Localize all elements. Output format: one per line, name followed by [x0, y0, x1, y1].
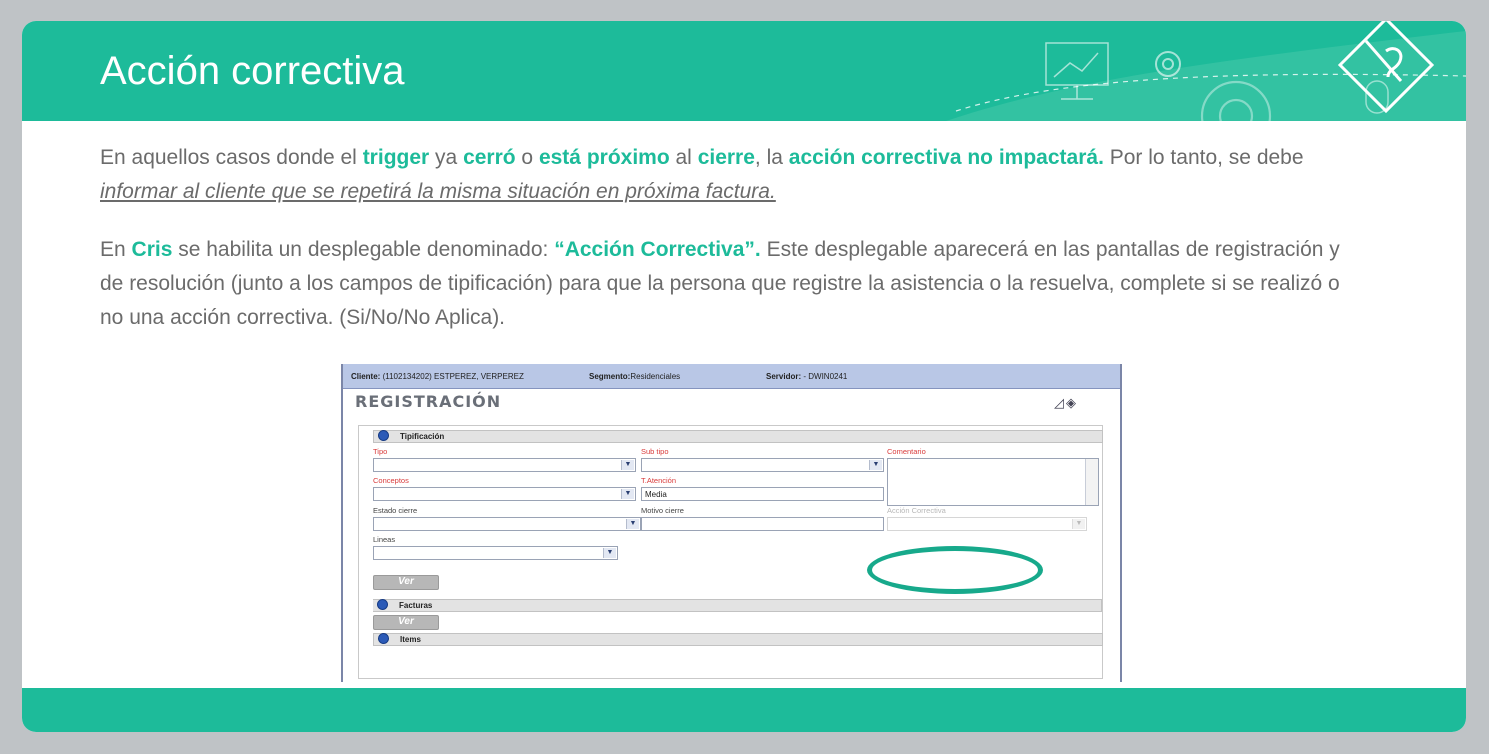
conceptos-label: Conceptos — [373, 476, 409, 485]
tipo-select[interactable]: ▼ — [373, 458, 636, 472]
cliente-value: (1102134202) ESTPEREZ, VERPEREZ — [382, 372, 524, 381]
slide-footer — [22, 688, 1466, 732]
servidor-label: Servidor: — [766, 372, 802, 381]
comentario-label: Comentario — [887, 447, 926, 456]
section-items[interactable]: Items — [373, 633, 1103, 646]
chevron-down-icon[interactable]: ▼ — [621, 489, 634, 499]
highlight-cerro: cerró — [463, 146, 516, 169]
servidor-value: - DWIN0241 — [803, 372, 848, 381]
estado-cierre-label: Estado cierre — [373, 506, 418, 515]
segmento-label: Segmento: — [589, 372, 631, 381]
text-run: al — [669, 146, 698, 169]
underlined-instruction: informar al cliente que se repetirá la m… — [100, 180, 776, 203]
section-facturas[interactable]: Facturas — [373, 599, 1102, 612]
tipo-label: Tipo — [373, 447, 388, 456]
sub-tipo-label: Sub tipo — [641, 447, 669, 456]
text-run: En — [100, 238, 132, 261]
t-atencion-select[interactable]: Media — [641, 487, 884, 501]
chevron-down-icon[interactable]: ▼ — [621, 460, 634, 470]
cliente-label: Cliente: — [351, 372, 381, 381]
highlight-cierre: cierre — [697, 146, 755, 169]
highlight-proximo: está próximo — [538, 146, 670, 169]
text-run: Por lo tanto, se debe — [1103, 146, 1304, 169]
expand-icon[interactable] — [378, 633, 389, 644]
highlight-accion-correctiva: “Acción Correctiva”. — [554, 238, 761, 261]
highlight-cris: Cris — [131, 238, 173, 261]
section-label: Facturas — [399, 601, 433, 610]
accion-correctiva-select[interactable]: ▼ — [887, 517, 1087, 531]
scrollbar[interactable] — [1085, 459, 1098, 505]
client-info-bar: Cliente: (1102134202) ESTPEREZ, VERPEREZ… — [343, 364, 1120, 389]
motivo-cierre-select[interactable] — [641, 517, 884, 531]
section-label: Tipificación — [400, 432, 445, 441]
navigate-icon[interactable]: ◈ — [1066, 395, 1076, 411]
slide-header: Acción correctiva — [22, 21, 1466, 121]
edit-icon[interactable]: ◿ — [1054, 395, 1064, 411]
header-decoration — [946, 21, 1466, 121]
accion-correctiva-label: Acción Correctiva — [887, 506, 946, 515]
lineas-label: Lineas — [373, 535, 396, 544]
slide: Acción correctiva En aquellos casos dond… — [22, 21, 1466, 732]
text-run: ya — [429, 146, 464, 169]
page-title: REGISTRACIÓN — [355, 392, 502, 411]
lineas-select[interactable]: ▼ — [373, 546, 618, 560]
text-run: En aquellos casos donde el — [100, 146, 363, 169]
toolbar-icons: ◿ ◈ — [1052, 395, 1076, 411]
slide-title: Acción correctiva — [100, 49, 405, 93]
text-run: , la — [754, 146, 789, 169]
paragraph-trigger-notice: En aquellos casos donde el trigger ya ce… — [100, 141, 1360, 209]
ver-tipificacion-button[interactable]: Ver — [373, 575, 439, 590]
text-run: se habilita un desplegable denominado: — [172, 238, 555, 261]
ver-facturas-button[interactable]: Ver — [373, 615, 439, 630]
section-tipificacion[interactable]: Tipificación — [373, 430, 1103, 443]
highlight-ellipse — [867, 546, 1043, 594]
sub-tipo-select[interactable]: ▼ — [641, 458, 884, 472]
comentario-textarea[interactable] — [887, 458, 1099, 506]
section-label: Items — [400, 635, 421, 644]
chevron-down-icon[interactable]: ▼ — [869, 460, 882, 470]
registracion-screenshot: Cliente: (1102134202) ESTPEREZ, VERPEREZ… — [341, 364, 1122, 682]
conceptos-select[interactable]: ▼ — [373, 487, 636, 501]
chevron-down-icon[interactable]: ▼ — [603, 548, 616, 558]
chevron-down-icon[interactable]: ▼ — [1072, 519, 1085, 529]
collapse-icon[interactable] — [378, 430, 389, 441]
t-atencion-label: T.Atención — [641, 476, 677, 485]
highlight-no-impactara: acción correctiva no impactará. — [788, 146, 1104, 169]
chevron-down-icon[interactable]: ▼ — [626, 519, 639, 529]
motivo-cierre-label: Motivo cierre — [641, 506, 684, 515]
paragraph-cris-dropdown: En Cris se habilita un desplegable denom… — [100, 233, 1360, 335]
highlight-trigger: trigger — [362, 146, 430, 169]
segmento-value: Residenciales — [630, 372, 681, 381]
estado-cierre-select[interactable]: ▼ — [373, 517, 641, 531]
expand-icon[interactable] — [377, 599, 388, 610]
form-panel: Tipificación Tipo ▼ Sub tipo ▼ Comentari… — [358, 425, 1103, 679]
text-run: o — [515, 146, 539, 169]
